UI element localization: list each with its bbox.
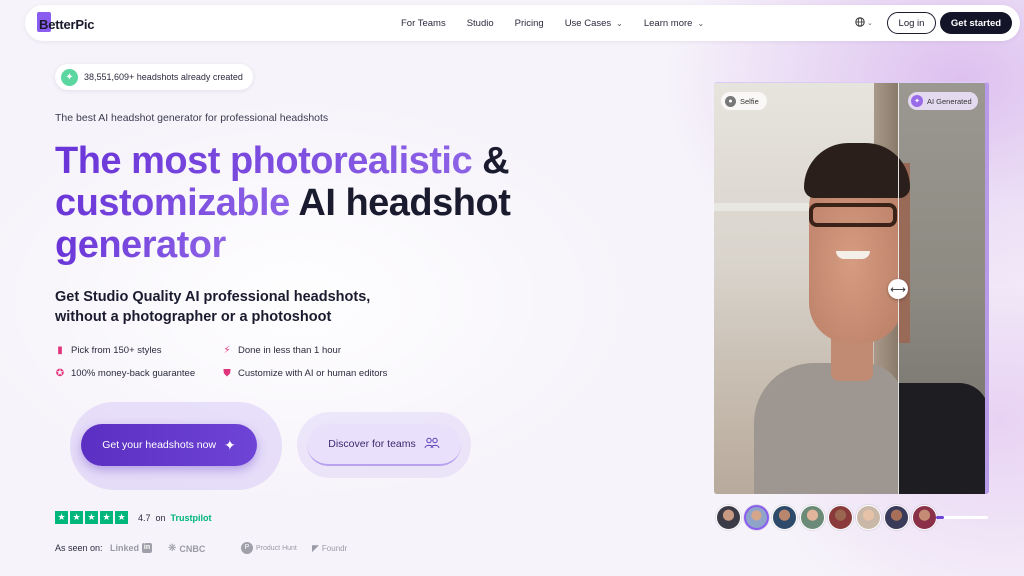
feature-guarantee: ✪ 100% money-back guarantee bbox=[55, 367, 196, 379]
feature-speed: ⚡ Done in less than 1 hour bbox=[223, 344, 341, 356]
sparkle-icon: ✦ bbox=[911, 95, 923, 107]
palette-icon: ▮ bbox=[57, 344, 63, 356]
trustpilot-brand: Trustpilot bbox=[170, 512, 212, 523]
example-thumbnail[interactable] bbox=[744, 505, 769, 530]
star-icon: ★ bbox=[55, 511, 68, 524]
example-thumbnail[interactable] bbox=[800, 505, 825, 530]
rating-on: on bbox=[155, 512, 166, 523]
user-icon: ● bbox=[725, 95, 736, 107]
example-thumbnail[interactable] bbox=[828, 505, 853, 530]
peacock-icon: ❋ bbox=[168, 543, 177, 554]
shirt-ai bbox=[898, 383, 985, 494]
counter-text: 38,551,609+ headshots already created bbox=[84, 72, 243, 82]
shield-icon: ⛊ bbox=[223, 367, 231, 379]
cnbc-logo: ❋ CNBC bbox=[168, 543, 206, 554]
nav-links: For Teams Studio Pricing Use Cases ⌄ Lea… bbox=[377, 5, 704, 41]
product-hunt-icon: P bbox=[241, 542, 253, 554]
example-thumbnail[interactable] bbox=[716, 505, 741, 530]
bolt-icon: ⚡ bbox=[223, 344, 231, 356]
shirt-selfie bbox=[754, 363, 904, 494]
sparkle-icon: ✦ bbox=[61, 68, 78, 86]
chevron-down-icon: ⌄ bbox=[867, 20, 873, 27]
get-started-button[interactable]: Get started bbox=[940, 12, 1012, 34]
star-icon: ★ bbox=[85, 511, 98, 524]
team-icon bbox=[424, 437, 440, 452]
carousel-progress bbox=[936, 516, 988, 519]
star-icon: ★ bbox=[115, 511, 128, 524]
top-navbar: BetterPic For Teams Studio Pricing Use C… bbox=[25, 5, 1020, 41]
carousel-progress-fill bbox=[936, 516, 944, 519]
brand-logo[interactable]: BetterPic bbox=[37, 12, 95, 34]
comparison-slider-handle[interactable]: ⟷ bbox=[888, 279, 908, 299]
example-thumbnails bbox=[716, 505, 937, 530]
rating-score: 4.7 bbox=[138, 512, 151, 523]
nav-link-learn-more[interactable]: Learn more ⌄ bbox=[644, 18, 704, 29]
foundr-icon: ◤ bbox=[312, 543, 319, 553]
sparkle-icon: ✦ bbox=[224, 436, 236, 453]
arrows-horizontal-icon: ⟷ bbox=[890, 283, 906, 296]
hero-headline: The most photorealistic & customizable A… bbox=[55, 140, 511, 266]
selfie-label: ● Selfie bbox=[721, 92, 767, 110]
nav-link-studio[interactable]: Studio bbox=[467, 18, 494, 29]
ai-generated-label: ✦ AI Generated bbox=[908, 92, 978, 110]
foundr-logo: ◤ Foundr bbox=[312, 543, 348, 553]
badge-icon: ✪ bbox=[55, 367, 65, 379]
example-thumbnail[interactable] bbox=[912, 505, 937, 530]
headshot-counter-badge: ✦ 38,551,609+ headshots already created bbox=[55, 64, 253, 90]
hero-subheadline: Get Studio Quality AI professional heads… bbox=[55, 289, 371, 325]
example-thumbnail[interactable] bbox=[856, 505, 881, 530]
nav-link-for-teams[interactable]: For Teams bbox=[401, 18, 446, 29]
as-seen-on: As seen on: bbox=[55, 543, 103, 553]
star-icon: ★ bbox=[70, 511, 83, 524]
feature-styles: ▮ Pick from 150+ styles bbox=[55, 344, 161, 356]
logo-text: BetterPic bbox=[39, 16, 95, 32]
nav-link-pricing[interactable]: Pricing bbox=[515, 18, 544, 29]
glasses bbox=[809, 203, 897, 227]
nav-link-use-cases[interactable]: Use Cases ⌄ bbox=[565, 18, 623, 29]
hero-tagline: The best AI headshot generator for profe… bbox=[55, 112, 329, 124]
login-button[interactable]: Log in bbox=[887, 12, 936, 34]
product-hunt-logo: P Product Hunt bbox=[241, 542, 297, 554]
chevron-down-icon: ⌄ bbox=[616, 18, 623, 28]
discover-teams-button[interactable]: Discover for teams bbox=[307, 424, 461, 466]
trustpilot-rating[interactable]: ★ ★ ★ ★ ★ 4.7 on Trustpilot bbox=[55, 511, 212, 524]
before-after-comparison[interactable]: ⟷ ● Selfie ✦ AI Generated bbox=[714, 82, 989, 494]
as-seen-on-label: As seen on: bbox=[55, 543, 103, 553]
star-icon: ★ bbox=[100, 511, 113, 524]
example-thumbnail[interactable] bbox=[884, 505, 909, 530]
example-thumbnail[interactable] bbox=[772, 505, 797, 530]
globe-icon bbox=[855, 16, 865, 30]
get-headshots-button[interactable]: Get your headshots now ✦ bbox=[81, 424, 257, 466]
chevron-down-icon: ⌄ bbox=[697, 18, 705, 28]
linkedin-logo: Linked in bbox=[110, 543, 153, 553]
feature-editors: ⛊ Customize with AI or human editors bbox=[223, 367, 388, 379]
language-selector[interactable]: ⌄ bbox=[855, 16, 877, 30]
